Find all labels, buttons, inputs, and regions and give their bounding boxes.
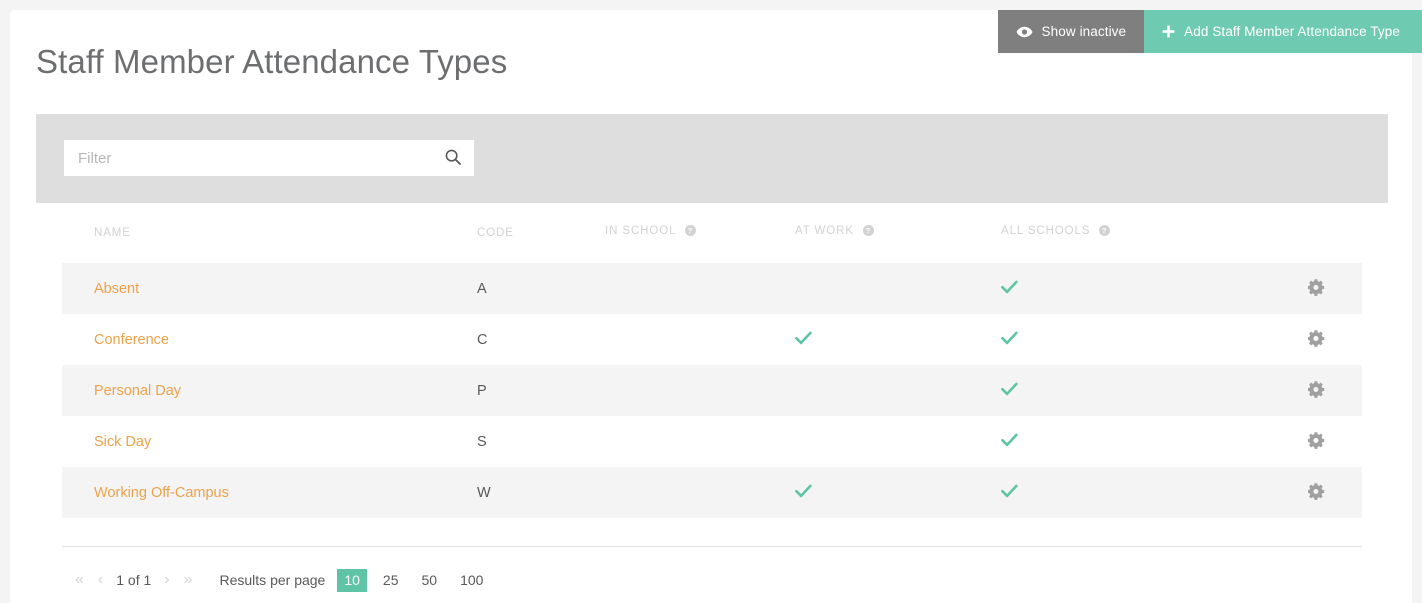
cell-code: S bbox=[477, 433, 487, 450]
cell-at-work bbox=[795, 467, 1001, 518]
search-button[interactable] bbox=[432, 140, 474, 176]
cell-code: A bbox=[477, 280, 487, 297]
row-settings-button[interactable] bbox=[1271, 431, 1362, 452]
show-inactive-button[interactable]: Show inactive bbox=[997, 10, 1145, 53]
eye-icon bbox=[1016, 26, 1033, 38]
check-icon-all-schools bbox=[1001, 484, 1018, 502]
attendance-types-table: NAME CODE IN SCHOOL ? AT WORK ? ALL SCHO… bbox=[62, 225, 1362, 518]
cell-name: Personal Day bbox=[62, 365, 477, 416]
filter-field[interactable] bbox=[64, 140, 474, 176]
show-inactive-label: Show inactive bbox=[1041, 24, 1127, 39]
table-body: Absent A Conference C Personal Day P Sick Day S… bbox=[62, 263, 1362, 518]
gear-icon bbox=[1307, 278, 1325, 299]
page-size-options: 10 25 50 100 bbox=[337, 568, 499, 592]
filter-panel bbox=[36, 114, 1388, 203]
gear-icon bbox=[1307, 380, 1325, 401]
page-title: Staff Member Attendance Types bbox=[36, 43, 508, 80]
cell-all-schools bbox=[1001, 314, 1271, 365]
pagination-first-button[interactable]: « bbox=[68, 572, 91, 588]
footer-divider bbox=[62, 546, 1362, 547]
cell-all-schools bbox=[1001, 467, 1271, 518]
cell-actions bbox=[1271, 467, 1362, 518]
column-header-name: NAME bbox=[94, 227, 131, 239]
cell-code: C bbox=[477, 331, 488, 348]
cell-name: Working Off-Campus bbox=[62, 467, 477, 518]
check-icon-at-work bbox=[795, 484, 812, 502]
table-row: Sick Day S bbox=[62, 416, 1362, 467]
top-action-bar: Show inactive Add Staff Member Attendanc… bbox=[997, 10, 1422, 53]
cell-actions bbox=[1271, 314, 1362, 365]
pagination-page-indicator: 1 of 1 bbox=[116, 572, 152, 588]
column-header-all-schools: ALL SCHOOLS ? bbox=[1001, 225, 1271, 263]
cell-name: Absent bbox=[62, 263, 477, 314]
column-header-at-work: AT WORK ? bbox=[795, 225, 1001, 263]
cell-at-work bbox=[795, 314, 1001, 365]
row-settings-button[interactable] bbox=[1271, 482, 1362, 503]
attendance-type-link[interactable]: Sick Day bbox=[94, 434, 151, 450]
page-size-option-100[interactable]: 100 bbox=[453, 569, 490, 592]
table-row: Working Off-Campus W bbox=[62, 467, 1362, 518]
page-root: Show inactive Add Staff Member Attendanc… bbox=[0, 0, 1422, 603]
cell-in-school bbox=[605, 416, 795, 467]
filter-input[interactable] bbox=[64, 140, 432, 176]
cell-in-school bbox=[605, 263, 795, 314]
add-staff-attendance-type-button[interactable]: Add Staff Member Attendance Type bbox=[1144, 10, 1422, 53]
check-icon-all-schools bbox=[1001, 382, 1018, 400]
attendance-type-link[interactable]: Personal Day bbox=[94, 383, 181, 399]
gear-icon bbox=[1307, 431, 1325, 452]
cell-name: Sick Day bbox=[62, 416, 477, 467]
cell-in-school bbox=[605, 467, 795, 518]
row-settings-button[interactable] bbox=[1271, 278, 1362, 299]
help-icon-all-schools[interactable]: ? bbox=[1099, 225, 1111, 239]
check-icon-all-schools bbox=[1001, 433, 1018, 451]
table-row: Conference C bbox=[62, 314, 1362, 365]
column-header-in-school: IN SCHOOL ? bbox=[605, 225, 795, 263]
results-per-page-label: Results per page bbox=[219, 572, 326, 588]
table-row: Personal Day P bbox=[62, 365, 1362, 416]
cell-code: P bbox=[477, 382, 487, 399]
help-icon-in-school[interactable]: ? bbox=[685, 225, 697, 239]
check-icon-at-work bbox=[795, 331, 812, 349]
column-header-code: CODE bbox=[477, 227, 514, 239]
cell-at-work bbox=[795, 416, 1001, 467]
table-header-row: NAME CODE IN SCHOOL ? AT WORK ? ALL SCHO… bbox=[62, 225, 1362, 263]
row-settings-button[interactable] bbox=[1271, 380, 1362, 401]
cell-code: W bbox=[477, 484, 491, 501]
cell-in-school bbox=[605, 314, 795, 365]
svg-text:?: ? bbox=[866, 226, 872, 235]
search-icon bbox=[445, 149, 461, 168]
pagination: « ‹ 1 of 1 › » Results per page 10 25 50 10… bbox=[68, 566, 499, 594]
page-size-option-25[interactable]: 25 bbox=[376, 569, 406, 592]
page-size-option-50[interactable]: 50 bbox=[415, 569, 445, 592]
table-row: Absent A bbox=[62, 263, 1362, 314]
attendance-type-link[interactable]: Conference bbox=[94, 332, 169, 348]
cell-name: Conference bbox=[62, 314, 477, 365]
cell-at-work bbox=[795, 365, 1001, 416]
attendance-type-link[interactable]: Absent bbox=[94, 281, 139, 297]
cell-in-school bbox=[605, 365, 795, 416]
add-staff-attendance-type-label: Add Staff Member Attendance Type bbox=[1184, 24, 1400, 39]
gear-icon bbox=[1307, 329, 1325, 350]
row-settings-button[interactable] bbox=[1271, 329, 1362, 350]
check-icon-all-schools bbox=[1001, 280, 1018, 298]
pagination-next-button[interactable]: › bbox=[157, 572, 176, 588]
cell-actions bbox=[1271, 263, 1362, 314]
svg-text:?: ? bbox=[1102, 226, 1108, 235]
svg-text:?: ? bbox=[688, 226, 694, 235]
cell-all-schools bbox=[1001, 365, 1271, 416]
page-size-option-10[interactable]: 10 bbox=[337, 568, 367, 592]
attendance-type-link[interactable]: Working Off-Campus bbox=[94, 485, 229, 501]
cell-actions bbox=[1271, 365, 1362, 416]
help-icon-at-work[interactable]: ? bbox=[863, 225, 875, 239]
cell-actions bbox=[1271, 416, 1362, 467]
column-header-actions bbox=[1271, 225, 1362, 263]
pagination-last-button[interactable]: » bbox=[177, 572, 200, 588]
pagination-prev-button[interactable]: ‹ bbox=[91, 572, 110, 588]
cell-all-schools bbox=[1001, 263, 1271, 314]
gear-icon bbox=[1307, 482, 1325, 503]
check-icon-all-schools bbox=[1001, 331, 1018, 349]
cell-at-work bbox=[795, 263, 1001, 314]
cell-all-schools bbox=[1001, 416, 1271, 467]
plus-icon bbox=[1162, 25, 1175, 38]
